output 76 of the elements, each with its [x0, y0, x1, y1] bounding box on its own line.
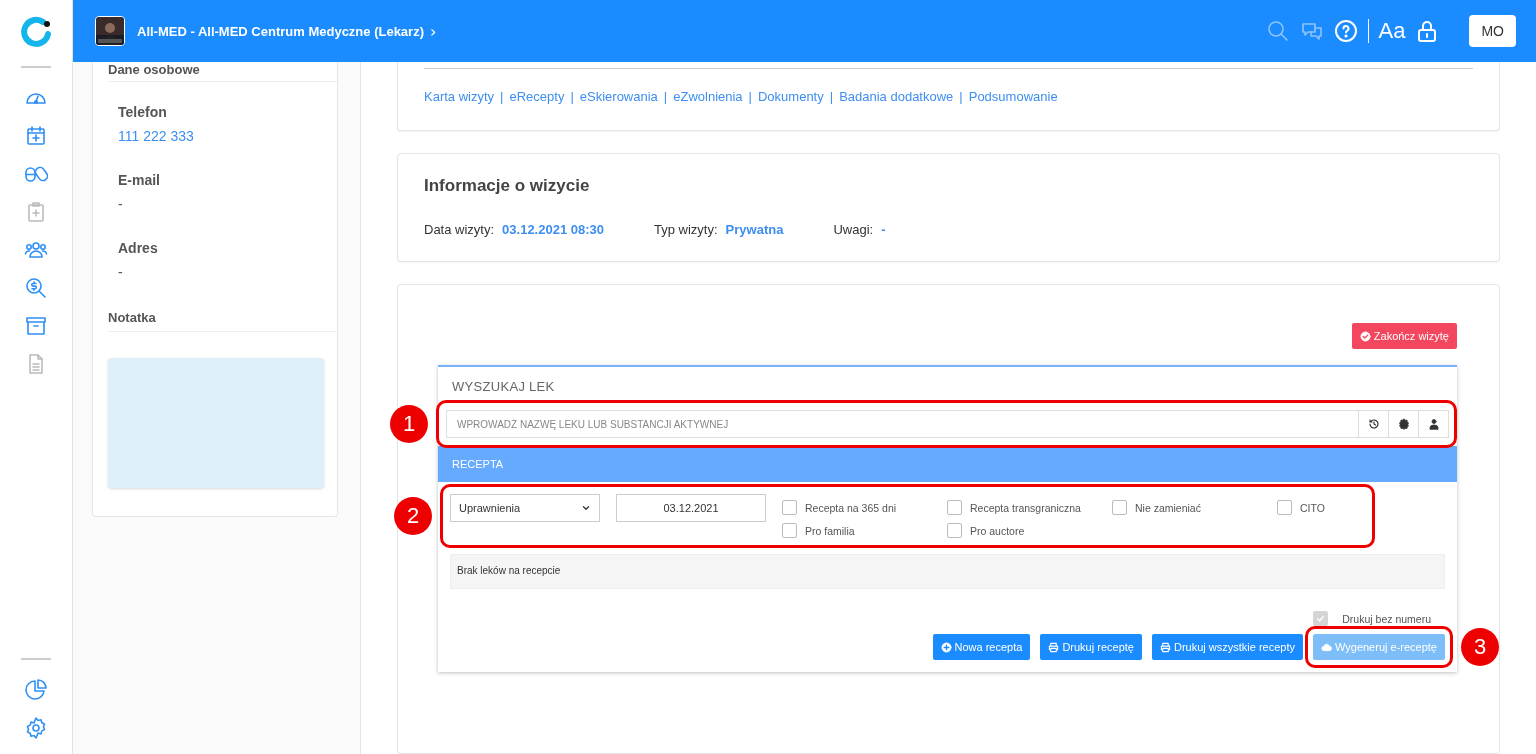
checkbox[interactable]: [1277, 500, 1292, 515]
info-label: Data wizyty:: [424, 222, 495, 237]
nav-link[interactable]: eRecepty: [509, 89, 565, 104]
card-title: Informacje o wizycie: [424, 176, 591, 196]
separator: |: [500, 89, 504, 104]
info-value: -: [881, 222, 886, 237]
separator: |: [748, 89, 752, 104]
step-number: 1: [390, 405, 428, 443]
field-label: Telefon: [118, 104, 168, 120]
action-button[interactable]: Drukuj receptę: [1040, 634, 1142, 660]
person-icon[interactable]: [1419, 410, 1449, 438]
history-icon[interactable]: [1359, 410, 1389, 438]
nav-link[interactable]: Podsumowanie: [968, 89, 1058, 104]
badge-icon[interactable]: [1389, 410, 1419, 438]
checkbox-label: Pro familia: [805, 524, 855, 537]
checkbox[interactable]: [782, 523, 797, 538]
search-icon[interactable]: [1265, 19, 1290, 43]
separator: |: [663, 89, 668, 104]
chevron-down-icon: [581, 503, 591, 513]
plus-circle-icon: [940, 641, 952, 653]
archive-icon[interactable]: [24, 314, 48, 338]
nav-link[interactable]: Dokumenty: [758, 89, 824, 104]
checkbox-label: Recepta na 365 dni: [805, 501, 897, 514]
section-title: Dane osobowe: [108, 62, 337, 82]
organization-title[interactable]: All-MED - All-MED Centrum Medyczne (Lekarz): [137, 23, 424, 39]
info-label: Uwagi:: [833, 222, 874, 237]
note-field[interactable]: [108, 358, 324, 488]
panel-header: RECEPTA: [438, 446, 1457, 482]
checkbox[interactable]: [782, 500, 797, 515]
field-label: Adres: [118, 240, 159, 256]
separator: |: [829, 89, 834, 104]
field-value: -: [118, 264, 124, 280]
help-icon[interactable]: [1333, 19, 1358, 43]
nav-link[interactable]: eZwolnienia: [673, 89, 743, 104]
checkbox-label: Pro auctore: [970, 524, 1025, 537]
font-size-button[interactable]: Aa: [1378, 18, 1406, 44]
finish-visit-button[interactable]: Zakończ wizytę: [1351, 323, 1457, 349]
checkbox[interactable]: [1112, 500, 1127, 515]
checkbox-label: Recepta transgraniczna: [970, 501, 1081, 514]
separator: |: [570, 89, 574, 104]
drug-search-field[interactable]: WPROWADŹ NAZWĘ LEKU LUB SUBSTANCJI AKTYWNEJ: [446, 410, 1359, 438]
cloud-icon: [1321, 641, 1332, 653]
money-search-icon[interactable]: [24, 276, 48, 300]
field-link[interactable]: 111 222 333: [118, 128, 327, 144]
step-number: 2: [394, 497, 432, 535]
info-value: 03.12.2021 08:30: [502, 222, 604, 237]
field-value: -: [118, 196, 124, 212]
info-value: Prywatna: [725, 222, 784, 237]
checkbox[interactable]: [947, 523, 962, 538]
nav-link[interactable]: eSkierowania: [579, 89, 658, 104]
checkbox[interactable]: [947, 500, 962, 515]
empty-message: Brak leków na recepcie: [450, 554, 1445, 589]
check-circle-icon: [1359, 330, 1371, 342]
nav-link[interactable]: Badania dodatkowe: [839, 89, 954, 104]
printer-icon: [1048, 641, 1060, 653]
panel-title: WYSZUKAJ LEK: [452, 379, 556, 394]
date-field[interactable]: 03.12.2021: [616, 494, 766, 522]
step-number: 3: [1461, 628, 1499, 666]
checkbox-label: CITO: [1300, 501, 1325, 514]
action-button[interactable]: Nowa recepta: [932, 634, 1031, 660]
permissions-dropdown[interactable]: Uprawnienia: [450, 494, 600, 522]
chevron-icon[interactable]: ›: [430, 21, 437, 41]
field-label: E-mail: [118, 172, 161, 188]
chart-icon[interactable]: [24, 678, 48, 702]
checkbox-label: Drukuj bez numeru: [1342, 612, 1431, 625]
gear-icon[interactable]: [24, 716, 48, 740]
user-button[interactable]: MO: [1469, 15, 1516, 47]
section-title: Notatka: [108, 302, 337, 332]
calendar-icon[interactable]: [24, 124, 48, 148]
checkbox-label: Nie zamieniać: [1135, 501, 1201, 514]
check-icon: [1315, 613, 1327, 624]
info-label: Typ wizyty:: [654, 222, 718, 237]
action-button[interactable]: Drukuj wszystkie recepty: [1151, 634, 1303, 660]
separator: |: [959, 89, 963, 104]
nav-link[interactable]: Karta wizyty: [424, 89, 495, 104]
printer-icon: [1159, 641, 1171, 653]
